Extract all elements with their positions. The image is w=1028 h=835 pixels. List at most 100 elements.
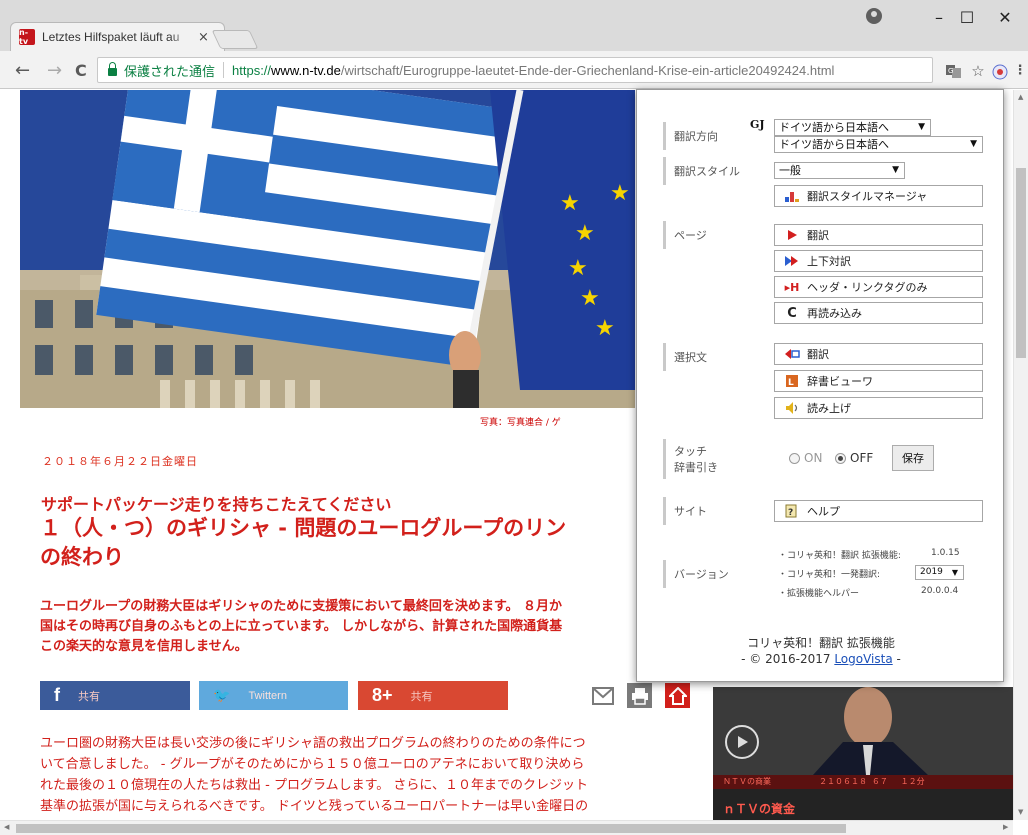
gplus-share-button[interactable]: 8+ 共有 — [358, 681, 508, 710]
page-reload-label: 再読み込み — [807, 307, 862, 320]
video-player[interactable]: ＮＴＶの商業 ２１０６１８ ６７ １２分 ｎＴＶの資金 — [713, 687, 1013, 820]
tab-title: Letztes Hilfspaket läuft au — [42, 30, 180, 44]
radio-on-icon — [789, 452, 800, 464]
copyright-suffix: - — [892, 652, 901, 666]
facebook-share-button[interactable]: f 共有 — [40, 681, 190, 710]
style-select-value: 一般 — [779, 164, 801, 177]
scroll-down-icon[interactable]: ▼ — [1018, 808, 1023, 816]
version-select[interactable]: 2019 ▼ — [915, 565, 964, 580]
radio-off-icon — [835, 452, 846, 464]
touch-lookup-label: タッチ 辞書引き — [663, 439, 759, 479]
photo-caption: 写真：写真連合 / ゲ — [480, 418, 561, 428]
gplus-share-label: 共有 — [410, 690, 433, 703]
close-window-button[interactable]: ✕ — [982, 0, 1028, 34]
article-kicker: サポートパッケージ走りを持ちこたえてください — [41, 495, 392, 514]
extension-icon[interactable] — [992, 64, 1008, 80]
vertical-scrollbar[interactable]: ▲ ▼ — [1013, 90, 1028, 820]
headline-line-1: １（人・つ）のギリシャ - 問題のユーログループのリン — [40, 516, 567, 540]
page-parallel-button[interactable]: 上下対訳 — [774, 250, 983, 272]
print-icon[interactable] — [627, 683, 652, 708]
version-select-value: 2019 — [920, 567, 943, 577]
popup-footer-title: コリャ英和！翻訳 拡張機能 — [747, 636, 895, 650]
header-link-icon: ▸H — [784, 280, 800, 294]
page-label: ページ — [663, 221, 759, 249]
svg-text:★: ★ — [595, 316, 615, 341]
ntv-favicon-icon: n-tv — [19, 28, 35, 46]
scroll-right-icon[interactable]: ▶ — [1003, 823, 1008, 831]
direction-label: 翻訳方向 — [663, 122, 759, 150]
profile-icon[interactable] — [866, 8, 882, 24]
facebook-icon: f — [54, 685, 60, 705]
help-button[interactable]: ? ヘルプ — [774, 500, 983, 522]
version-value-1: 1.0.15 — [931, 548, 960, 558]
touch-on-label: ON — [804, 451, 823, 465]
save-button[interactable]: 保存 — [892, 445, 934, 471]
body-line-4: 基準の拡張が国に与えられるべきです。 ドイツと残っているユーロパートナーは早い金… — [40, 799, 589, 814]
back-button[interactable]: ← — [15, 60, 30, 81]
selection-translate-label: 翻訳 — [807, 348, 829, 361]
tab-close-icon[interactable]: × — [198, 30, 209, 45]
logovista-link[interactable]: LogoVista — [834, 652, 892, 666]
video-title[interactable]: ｎＴＶの資金 — [723, 800, 795, 817]
style-manager-button[interactable]: 翻訳スタイルマネージャ — [774, 185, 983, 207]
menu-icon[interactable]: ⋮ — [1012, 64, 1028, 78]
page-translate-button[interactable]: 翻訳 — [774, 224, 983, 246]
touch-off-radio[interactable]: OFF — [835, 451, 873, 465]
horizontal-scroll-thumb[interactable] — [16, 824, 846, 833]
article-photo: ★ ★ ★ ★ ★ ★ — [20, 90, 635, 408]
site-label: サイト — [663, 497, 759, 525]
style-manager-icon — [783, 189, 801, 203]
article-headline: １（人・つ）のギリシャ - 問題のユーログループのリン の終わり — [40, 514, 680, 572]
page-header-link-button[interactable]: ▸H ヘッダ・リンクタグのみ — [774, 276, 983, 298]
chevron-down-icon: ▼ — [918, 122, 925, 132]
body-line-3: れた最後の１０億現在の人たちは救出 - プログラムします。 さらに、１０年までの… — [40, 778, 589, 793]
google-plus-icon: 8+ — [372, 685, 393, 705]
double-arrow-icon — [783, 254, 801, 268]
mail-icon[interactable] — [590, 683, 615, 708]
reload-button[interactable]: C — [75, 61, 87, 80]
direction-select-value: ドイツ語から日本語へ — [779, 121, 889, 134]
translate-icon[interactable]: G — [946, 64, 962, 78]
forward-button[interactable]: → — [47, 60, 62, 81]
video-ticker: ＮＴＶの商業 ２１０６１８ ６７ １２分 — [713, 775, 1013, 789]
article-date: ２０１８年６月２２日金曜日 — [42, 455, 198, 468]
body-line-2: いて合意しました。 - グループがそのためにから１５０億ユーロのアテネにおいて取… — [40, 757, 585, 772]
star-icon[interactable]: ☆ — [970, 64, 986, 79]
body-line-1: ユーロ圏の財務大臣は長い交渉の後にギリシャ語の救出プログラムの終わりのための条件… — [40, 736, 586, 751]
article-body: ユーロ圏の財務大臣は長い交渉の後にギリシャ語の救出プログラムの終わりのための条件… — [40, 733, 690, 817]
video-play-icon[interactable] — [725, 725, 759, 759]
secure-label: 保護された通信 — [124, 63, 216, 79]
chevron-down-icon: ▼ — [892, 165, 899, 175]
home-icon[interactable] — [665, 683, 690, 708]
lead-line-1: ユーログループの財務大臣はギリシャのために支援策において最終回を決めます。 ８月… — [40, 599, 563, 614]
direction-select-2-value: ドイツ語から日本語へ — [779, 138, 889, 151]
lead-line-3: この楽天的な意見を信用しません。 — [40, 639, 248, 654]
new-tab-button[interactable] — [211, 30, 259, 49]
vertical-scroll-thumb[interactable] — [1016, 168, 1026, 358]
touch-on-radio[interactable]: ON — [789, 451, 822, 465]
direction-select-2[interactable]: ドイツ語から日本語へ ▼ — [774, 136, 983, 153]
facebook-share-label: 共有 — [78, 690, 100, 703]
direction-select[interactable]: ドイツ語から日本語へ ▼ — [774, 119, 931, 136]
scroll-up-icon[interactable]: ▲ — [1018, 93, 1023, 101]
browser-tab[interactable]: n-tv Letztes Hilfspaket läuft au × — [10, 22, 225, 51]
horizontal-scrollbar[interactable]: ◀ ▶ — [0, 820, 1013, 835]
svg-text:★: ★ — [610, 181, 630, 206]
read-aloud-button[interactable]: 読み上げ — [774, 397, 983, 419]
page-reload-button[interactable]: C 再読み込み — [774, 302, 983, 324]
style-select[interactable]: 一般 ▼ — [774, 162, 905, 179]
scroll-left-icon[interactable]: ◀ — [4, 823, 9, 831]
version-value-3: 20.0.0.4 — [921, 586, 959, 596]
address-bar[interactable]: 保護された通信 https:// www.n-tv.de /wirtschaft… — [97, 57, 933, 83]
page-header-link-label: ヘッダ・リンクタグのみ — [807, 281, 928, 294]
selection-translate-button[interactable]: 翻訳 — [774, 343, 983, 365]
twitter-share-button[interactable]: 🐦 Twittern — [199, 681, 348, 710]
touch-lookup-label-line2: 辞書引き — [674, 461, 718, 474]
reload-icon: C — [787, 305, 797, 321]
lead-line-2: 国はその時再び自身のふもとの上に立っています。 しかしながら、計算された国際通貨… — [40, 619, 563, 634]
touch-off-label: OFF — [850, 451, 874, 465]
svg-text:L: L — [788, 378, 794, 388]
twitter-share-label: Twittern — [248, 689, 287, 702]
dictionary-viewer-button[interactable]: L 辞書ビューワ — [774, 370, 983, 392]
translation-popup: GJ 翻訳方向 ドイツ語から日本語へ ▼ ドイツ語から日本語へ ▼ 翻訳スタイル 一… — [636, 89, 1004, 682]
